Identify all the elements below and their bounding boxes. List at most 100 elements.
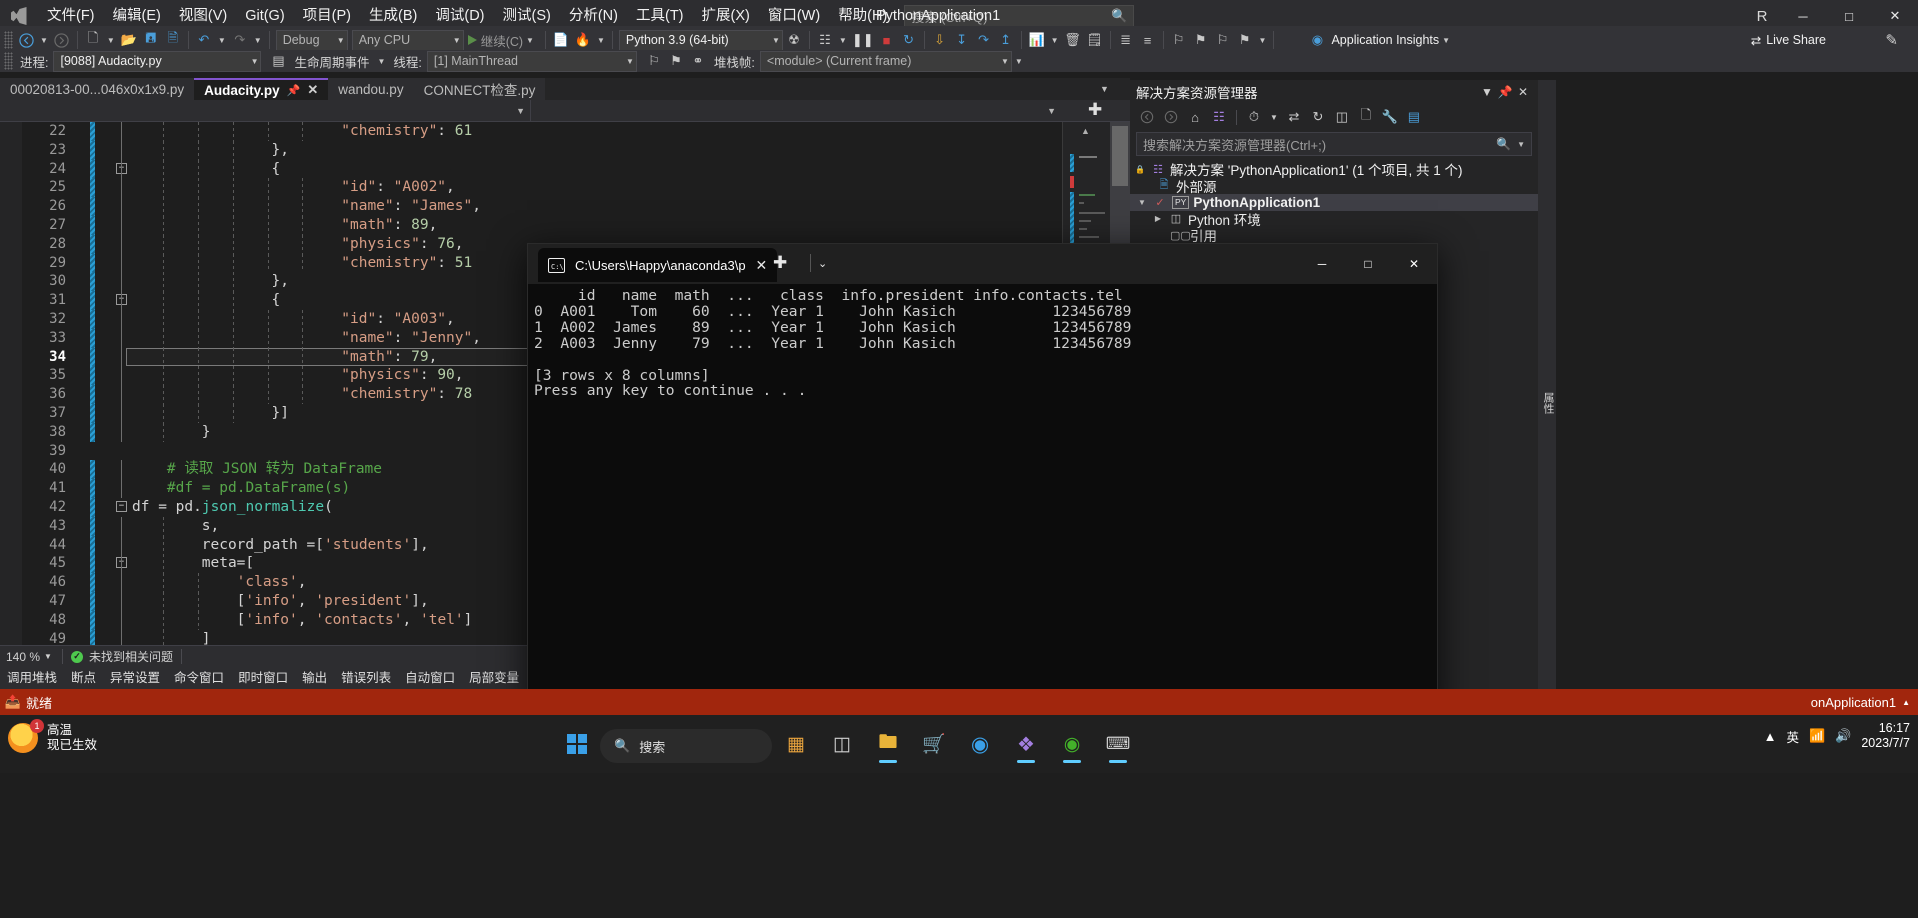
navigate-forward-icon[interactable] [51,29,73,51]
thread-select[interactable]: [1] MainThread ▼ [427,51,637,72]
console-close-button[interactable]: ✕ [1391,244,1437,284]
taskbar-app-explorer[interactable]: 🖿 [866,723,910,765]
properties-icon[interactable]: 🔧 [1379,106,1401,128]
dock-tab-callstack[interactable]: 调用堆栈 [0,667,64,689]
navbar-type-select[interactable]: ▼ [86,100,531,121]
python-interpreter-select[interactable]: Python 3.9 (64-bit) ▼ [619,30,783,51]
dock-tab-command-window[interactable]: 命令窗口 [167,667,231,689]
switch-views-icon[interactable]: ☷ [1208,106,1230,128]
stop-icon[interactable]: ■ [876,29,898,51]
toggle-flagged-icon[interactable]: ⚭ [687,50,709,72]
search-options-chevron-icon[interactable]: ▼ [1511,140,1525,149]
dock-tab-autos[interactable]: 自动窗口 [398,667,462,689]
uncomment-icon[interactable]: 🗒 [1084,29,1106,51]
code-line[interactable]: 22"chemistry": 61 [22,122,1062,141]
home-icon[interactable]: ⌂ [1184,106,1206,128]
console-tab-close-icon[interactable]: ✕ [756,257,768,274]
step-into-icon[interactable]: ↧ [951,29,973,51]
status-project-label[interactable]: onApplication1 ▲ [1803,695,1918,710]
show-all-files-icon[interactable]: 🗋 [1355,106,1377,128]
console-maximize-button[interactable]: □ [1345,244,1391,284]
console-window[interactable]: C:\ C:\Users\Happy\anaconda3\p ✕ ✚ ⌄ ─ □… [527,243,1438,710]
bookmark-4-icon[interactable]: ⚑ [1234,29,1256,51]
live-share-button[interactable]: ⇄ Live Share [1751,33,1826,48]
taskbar-app-edge[interactable]: ◉ [958,723,1002,765]
bookmark-2-icon[interactable]: ⚑ [1190,29,1212,51]
dock-tab-exception-settings[interactable]: 异常设置 [103,667,167,689]
step-over-icon[interactable]: ↷ [973,29,995,51]
fold-toggle-icon[interactable]: − [116,501,127,512]
comment-icon[interactable]: 🗑 [1062,29,1084,51]
pin-icon[interactable]: 📌 [287,84,301,97]
window-layout-icon[interactable]: ☷ [814,29,836,51]
tab-00020813[interactable]: 00020813-00...046x0x1x9.py [0,78,194,100]
new-project-icon[interactable]: 🗋 [82,29,104,51]
stackframe-select[interactable]: <module> (Current frame) ▼ [760,51,1012,72]
continue-dropdown-icon[interactable]: ▼ [523,36,537,45]
code-line[interactable]: 27"math": 89, [22,216,1062,235]
lifecycle-dropdown-icon[interactable]: ▼ [375,57,389,66]
attach-to-process-icon[interactable]: 📄 [550,29,572,51]
break-all-icon[interactable]: ❚❚ [850,29,876,51]
solution-platform-select[interactable]: Any CPU ▼ [352,30,464,51]
wifi-icon[interactable]: 📶 [1809,728,1825,744]
tree-row-external-sources[interactable]: 🗎 外部源 [1130,178,1538,195]
redo-icon[interactable]: ↷ [229,29,251,51]
bookmark-3-icon[interactable]: ⚐ [1212,29,1234,51]
chevron-down-icon-console[interactable]: ⌄ [818,257,827,270]
taskbar-app-taskview[interactable]: ◫ [820,723,864,765]
dock-tab-immediate-window[interactable]: 即时窗口 [231,667,295,689]
dock-tab-output[interactable]: 输出 [295,667,334,689]
volume-icon[interactable]: 🔊 [1835,728,1851,744]
pin-panel-icon[interactable]: 📌 [1496,85,1514,99]
new-project-dropdown-icon[interactable]: ▼ [104,36,118,45]
weather-widget[interactable]: 1 高温 现已生效 [8,723,97,753]
debug-toolbar-overflow-icon[interactable]: ▼ [1012,57,1026,66]
close-panel-icon[interactable]: ✕ [1514,85,1532,99]
diagnostic-tools-icon[interactable]: 📊 [1026,29,1048,51]
scrollbar-thumb[interactable] [1112,126,1128,186]
language-indicator[interactable]: 英 [1786,727,1799,746]
step-out-icon[interactable]: ↥ [995,29,1017,51]
collapse-all-icon[interactable]: ◫ [1331,106,1353,128]
tab-wandou[interactable]: wandou.py [328,78,413,100]
bookmark-1-icon[interactable]: ⚐ [1168,29,1190,51]
refresh-icon[interactable]: ↻ [1307,106,1329,128]
code-line[interactable]: 24−{ [22,160,1062,179]
console-output[interactable]: id name math ... class info.president in… [528,284,1437,399]
increase-indent-icon[interactable]: ≣ [1115,29,1137,51]
split-view-icon[interactable]: ✚ [1088,102,1102,118]
pending-changes-dropdown-icon[interactable]: ▼ [1267,113,1281,122]
toolbar-grip-icon[interactable] [4,31,13,49]
continue-button[interactable]: 继续(C) ▼ [464,31,541,50]
feedback-icon[interactable]: ✎ [1885,31,1898,49]
code-line[interactable]: 26"name": "James", [22,197,1062,216]
pending-changes-icon[interactable]: ⏱ [1243,106,1265,128]
dock-tab-error-list[interactable]: 错误列表 [334,667,398,689]
taskbar-app-widgets[interactable]: ▦ [774,723,818,765]
expand-arrow-icon[interactable]: ▼ [1136,198,1148,207]
lifecycle-events-label[interactable]: 生命周期事件 [289,52,374,71]
application-insights-label[interactable]: Application Insights [1328,33,1439,47]
source-control-icon[interactable]: 📤 [0,694,26,710]
show-next-statement-icon[interactable]: ⇩ [929,29,951,51]
zoom-level-select[interactable]: 140 % ▼ [0,650,62,664]
tab-audacity[interactable]: Audacity.py 📌 ✕ [194,78,328,100]
tab-connect-check[interactable]: CONNECT检查.py [414,78,546,100]
minimap-scroll-up-icon[interactable]: ▲ [1081,126,1090,136]
save-all-icon[interactable]: 🗎 [162,29,184,51]
redo-dropdown-icon[interactable]: ▼ [251,36,265,45]
flag-group-icon[interactable]: ⚑ [665,50,687,72]
debug-toolbar-grip-icon[interactable] [4,52,13,70]
start-button[interactable] [556,723,598,765]
properties-tool-tab[interactable]: 属性 [1538,80,1556,720]
taskbar-app-anaconda[interactable]: ◉ [1050,723,1094,765]
taskbar-app-terminal[interactable]: ⌨ [1096,723,1140,765]
undo-dropdown-icon[interactable]: ▼ [215,36,229,45]
taskbar-app-store[interactable]: 🛒 [912,723,956,765]
navigate-backward-icon[interactable] [15,29,37,51]
open-file-icon[interactable]: 📂 [118,29,140,51]
bookmark-dropdown-icon[interactable]: ▼ [1256,36,1270,45]
undo-icon[interactable]: ↶ [193,29,215,51]
preview-selected-items-icon[interactable]: ▤ [1403,106,1425,128]
